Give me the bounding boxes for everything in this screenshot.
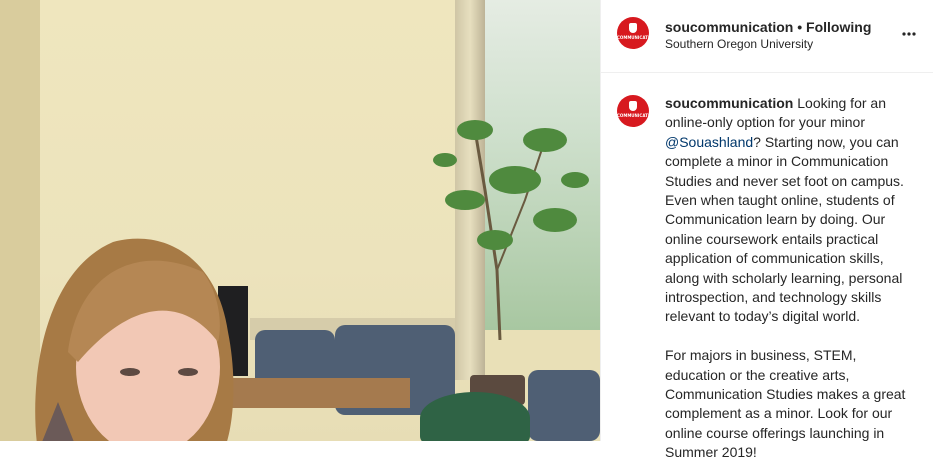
header-username-row: soucommunication • Following bbox=[665, 19, 871, 35]
photo-ottoman bbox=[420, 392, 530, 441]
photo-chair-right bbox=[528, 370, 600, 441]
avatar-label: COMMUNICATION bbox=[617, 35, 649, 40]
caption-paragraph-2: For majors in business, STEM, education … bbox=[665, 347, 906, 461]
caption-username-link[interactable]: soucommunication bbox=[665, 95, 793, 111]
avatar-label: COMMUNICATION bbox=[617, 113, 649, 118]
caption-text-b: ? Starting now, you can complete a minor… bbox=[665, 133, 904, 325]
post-header: COMMUNICATION soucommunication • Followi… bbox=[601, 0, 933, 73]
following-button[interactable]: Following bbox=[806, 19, 871, 35]
photo-tree bbox=[433, 120, 589, 340]
more-options-icon[interactable] bbox=[901, 26, 917, 42]
account-avatar[interactable]: COMMUNICATION bbox=[617, 17, 649, 49]
mention-link[interactable]: @Souashland bbox=[665, 134, 753, 150]
caption-avatar[interactable]: COMMUNICATION bbox=[617, 95, 649, 127]
caption-paragraph-1: soucommunication Looking for an online-o… bbox=[665, 94, 915, 327]
account-username-link[interactable]: soucommunication bbox=[665, 19, 793, 35]
shield-icon bbox=[629, 23, 637, 33]
header-separator: • bbox=[797, 19, 803, 35]
post-caption: soucommunication Looking for an online-o… bbox=[665, 94, 915, 463]
location-link[interactable]: Southern Oregon University bbox=[665, 37, 813, 51]
post-photo[interactable] bbox=[0, 0, 600, 441]
photo-person bbox=[35, 238, 234, 441]
shield-icon bbox=[629, 101, 637, 111]
